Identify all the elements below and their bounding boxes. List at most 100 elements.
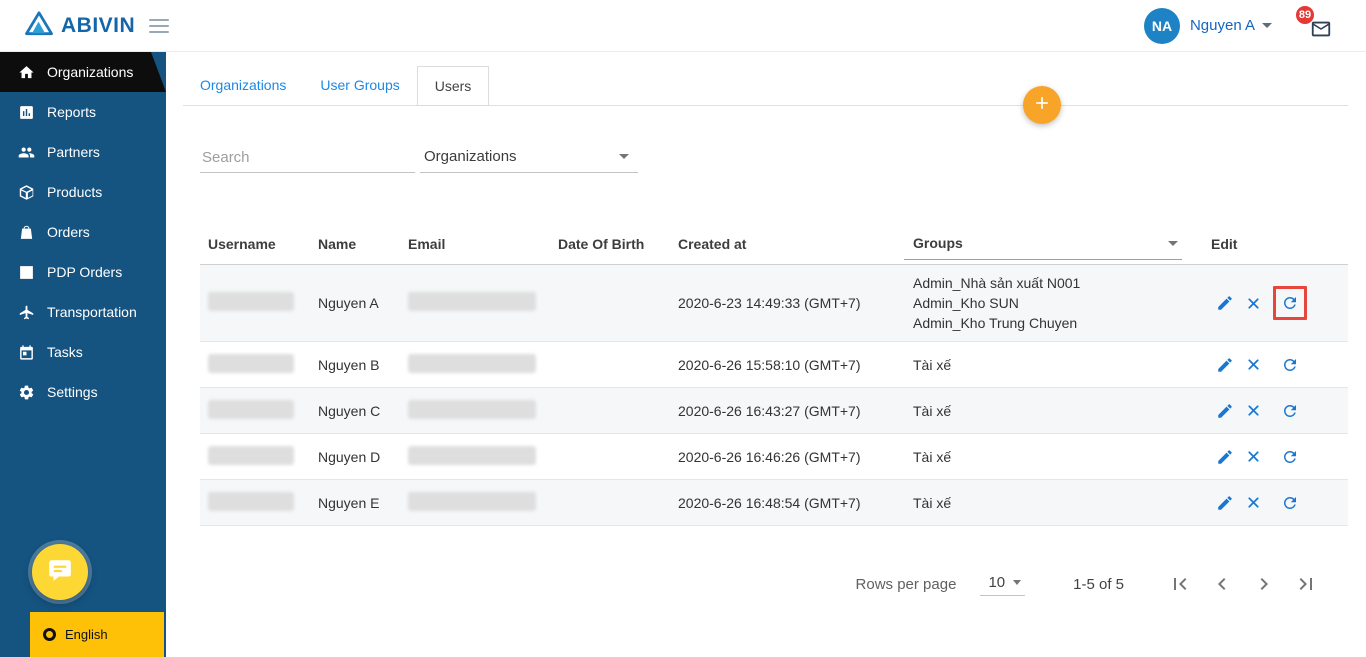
name-cell: Nguyen A — [318, 295, 379, 311]
edit-button[interactable] — [1216, 494, 1234, 512]
edit-button[interactable] — [1216, 448, 1234, 466]
email-cell — [406, 445, 558, 468]
row-actions — [1196, 394, 1348, 428]
username-cell — [200, 292, 318, 314]
refresh-button-wrap[interactable] — [1273, 486, 1307, 520]
user-name[interactable]: Nguyen A — [1190, 17, 1255, 34]
chevron-down-icon[interactable] — [1262, 23, 1272, 28]
add-user-button[interactable] — [1023, 86, 1061, 124]
username-cell — [200, 399, 318, 422]
col-email: Email — [408, 235, 446, 252]
col-created-at: Created at — [678, 235, 747, 252]
refresh-button-wrap[interactable] — [1273, 394, 1307, 428]
group-label: Admin_Kho Trung Chuyen — [913, 315, 1078, 331]
sidebar-item-orders[interactable]: Orders — [0, 212, 166, 252]
sidebar-item-reports[interactable]: Reports — [0, 92, 166, 132]
pagination-buttons — [1150, 572, 1318, 596]
edit-button[interactable] — [1216, 294, 1234, 312]
delete-button[interactable] — [1245, 448, 1262, 465]
brand-name: ABIVIN — [61, 13, 136, 37]
chevron-down-icon — [1013, 580, 1022, 585]
group-label: Tài xế — [913, 494, 952, 511]
row-actions — [1196, 440, 1348, 474]
refresh-button-wrap[interactable] — [1273, 440, 1307, 474]
sidebar-item-products[interactable]: Products — [0, 172, 166, 212]
sidebar-item-tasks[interactable]: Tasks — [0, 332, 166, 372]
list-icon — [18, 264, 35, 281]
refresh-button-wrap[interactable] — [1273, 348, 1307, 382]
tab-users[interactable]: Users — [416, 66, 490, 106]
sidebar-item-organizations[interactable]: Organizations — [0, 52, 166, 92]
row-actions — [1196, 348, 1348, 382]
plane-icon — [18, 304, 35, 321]
language-selector[interactable]: English — [30, 612, 164, 657]
col-date-of-birth: Date Of Birth — [558, 235, 645, 252]
highlighted-refresh-button[interactable] — [1273, 286, 1307, 320]
group-label: Tài xế — [913, 356, 952, 373]
sidebar-item-pdp-orders[interactable]: PDP Orders — [0, 252, 166, 292]
last-page-button[interactable] — [1294, 572, 1318, 596]
search-input[interactable] — [200, 142, 415, 173]
sidebar-item-transportation[interactable]: Transportation — [0, 292, 166, 332]
groups-cell: Tài xế — [904, 347, 1196, 383]
delete-button[interactable] — [1245, 356, 1262, 373]
filters-row: Organizations — [200, 142, 1366, 173]
menu-icon[interactable] — [149, 18, 170, 33]
rows-per-page-select[interactable]: 10 — [980, 572, 1026, 596]
refresh-button[interactable] — [1281, 494, 1299, 512]
pagination: Rows per page 10 1-5 of 5 — [166, 572, 1318, 596]
tab-user-groups[interactable]: User Groups — [303, 66, 416, 105]
username-redacted — [208, 399, 294, 419]
col-groups: Groups — [913, 235, 963, 251]
organizations-filter-select[interactable]: Organizations — [420, 142, 638, 173]
refresh-button[interactable] — [1281, 402, 1299, 420]
avatar[interactable]: NA — [1143, 7, 1180, 44]
sidebar-item-label: Settings — [47, 384, 98, 400]
username-redacted — [208, 445, 294, 465]
row-actions — [1196, 486, 1348, 520]
email-redacted — [408, 399, 536, 419]
delete-button[interactable] — [1245, 494, 1262, 511]
created-at-cell: 2020-6-26 16:43:27 (GMT+7) — [678, 402, 861, 419]
col-edit: Edit — [1211, 235, 1238, 252]
col-username: Username — [208, 235, 276, 252]
bar-chart-icon — [18, 104, 35, 121]
chat-icon — [47, 557, 73, 588]
refresh-button[interactable] — [1281, 356, 1299, 374]
group-label: Tài xế — [913, 402, 952, 419]
rows-per-page-label: Rows per page — [855, 575, 957, 593]
sidebar-item-settings[interactable]: Settings — [0, 372, 166, 412]
tab-organizations[interactable]: Organizations — [183, 66, 303, 105]
chevron-down-icon — [619, 154, 629, 159]
sidebar-item-partners[interactable]: Partners — [0, 132, 166, 172]
messages-icon[interactable]: 89 — [1295, 4, 1336, 38]
tab-label: Users — [434, 78, 472, 94]
sidebar-item-label: Organizations — [47, 64, 134, 80]
refresh-button[interactable] — [1281, 294, 1299, 312]
chevron-left-button[interactable] — [1210, 572, 1234, 596]
chevron-down-icon — [1168, 240, 1178, 246]
brand-logo[interactable]: ABIVIN — [0, 10, 135, 41]
edit-button[interactable] — [1216, 356, 1234, 374]
chat-button[interactable] — [32, 544, 88, 600]
groups-filter[interactable]: Groups — [904, 235, 1182, 260]
delete-button[interactable] — [1245, 295, 1262, 312]
table-body: Nguyen A 2020-6-23 14:49:33 (GMT+7) Admi… — [200, 265, 1348, 526]
sidebar-item-label: Orders — [47, 224, 90, 240]
tabs-bar: Organizations User Groups Users — [183, 66, 1348, 106]
username-cell — [200, 491, 318, 514]
email-redacted — [408, 445, 536, 465]
organizations-filter-value: Organizations — [424, 148, 517, 165]
email-cell — [406, 491, 558, 514]
rows-per-page-value: 10 — [988, 574, 1006, 591]
sidebar-item-label: Products — [47, 184, 103, 200]
plus-icon — [1032, 93, 1052, 118]
chevron-right-button[interactable] — [1252, 572, 1276, 596]
abivin-logo-icon — [24, 10, 54, 41]
topbar: ABIVIN NA Nguyen A 89 — [0, 0, 1366, 52]
edit-button[interactable] — [1216, 402, 1234, 420]
delete-button[interactable] — [1245, 402, 1262, 419]
first-page-button[interactable] — [1168, 572, 1192, 596]
refresh-button[interactable] — [1281, 448, 1299, 466]
created-at-cell: 2020-6-23 14:49:33 (GMT+7) — [678, 295, 861, 311]
